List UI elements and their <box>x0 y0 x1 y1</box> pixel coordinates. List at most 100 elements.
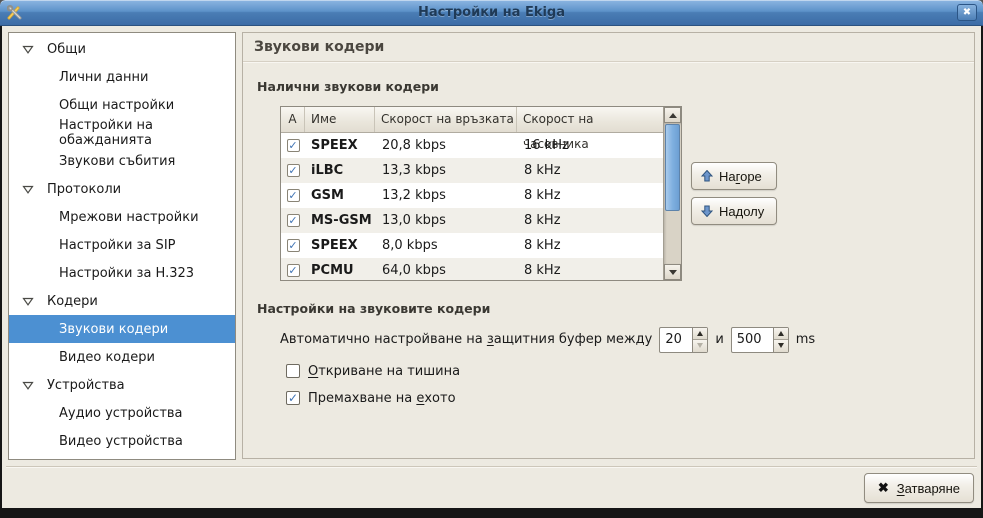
codec-bitrate: 64,0 kbps <box>375 263 517 278</box>
arrow-down-icon <box>778 343 784 348</box>
footer-separator <box>6 466 977 468</box>
expander-icon[interactable] <box>22 185 34 194</box>
sidebar-item-label: Настройки на обажданията <box>59 118 235 148</box>
column-header-name[interactable]: Име <box>305 107 375 132</box>
spin-down-button[interactable] <box>774 340 788 352</box>
sidebar-item-label: Мрежови настройки <box>59 210 199 225</box>
codec-enabled-checkbox[interactable]: ✓ <box>287 264 300 277</box>
titlebar[interactable]: Настройки на Ekiga ✖ <box>0 0 983 26</box>
codec-clock: 16 kHz <box>517 138 663 153</box>
silence-detection-checkbox[interactable]: ✓ <box>286 364 300 378</box>
sidebar-item-label: Кодери <box>47 294 98 309</box>
sidebar-item-audio-codecs[interactable]: Звукови кодери <box>9 315 235 343</box>
echo-cancellation-label: Премахване на ехото <box>308 391 456 406</box>
sidebar-item-label: Настройки за H.323 <box>59 266 194 281</box>
scroll-up-button[interactable] <box>664 107 681 123</box>
jitter-max-spinbox[interactable]: 500 <box>731 327 789 353</box>
codec-bitrate: 8,0 kbps <box>375 238 517 253</box>
spin-up-button[interactable] <box>693 328 707 341</box>
sidebar-item-h323-settings[interactable]: Настройки за H.323 <box>9 259 235 287</box>
spin-down-button[interactable] <box>693 340 707 352</box>
codec-enabled-checkbox[interactable]: ✓ <box>287 164 300 177</box>
arrow-down-icon <box>697 343 703 348</box>
scroll-thumb[interactable] <box>665 124 680 211</box>
codec-row[interactable]: ✓ iLBC 13,3 kbps 8 kHz <box>281 158 663 183</box>
sidebar-item-network-settings[interactable]: Мрежови настройки <box>9 203 235 231</box>
codec-enabled-checkbox[interactable]: ✓ <box>287 139 300 152</box>
preferences-tree: Общи Лични данни Общи настройки Настройк… <box>8 32 236 460</box>
codec-row[interactable]: ✓ PCMU 64,0 kbps 8 kHz <box>281 258 663 281</box>
sidebar-item-label: Общи <box>47 42 86 57</box>
codec-table-header: A Име Скорост на връзката Скорост на час… <box>281 107 663 133</box>
sidebar-item-call-options[interactable]: Настройки на обажданията <box>9 119 235 147</box>
codec-clock: 8 kHz <box>517 163 663 178</box>
sidebar-item-general[interactable]: Общи <box>9 35 235 63</box>
jitter-max-value[interactable]: 500 <box>732 328 764 352</box>
echo-cancellation-row[interactable]: ✓ Премахване на ехото <box>286 390 456 406</box>
jitter-min-spinbox[interactable]: 20 <box>659 327 708 353</box>
expander-icon[interactable] <box>22 297 34 306</box>
codec-enabled-checkbox[interactable]: ✓ <box>287 189 300 202</box>
move-up-button[interactable]: Нагоре <box>691 162 777 190</box>
dialog-body: Общи Лични данни Общи настройки Настройк… <box>2 26 981 508</box>
scroll-trough[interactable] <box>664 123 681 264</box>
sidebar-item-label: Видео устройства <box>59 434 183 449</box>
sidebar-item-sip-settings[interactable]: Настройки за SIP <box>9 231 235 259</box>
sidebar-item-label: Звукови кодери <box>59 322 168 337</box>
codec-row[interactable]: ✓ MS-GSM 13,0 kbps 8 kHz <box>281 208 663 233</box>
expander-icon[interactable] <box>22 381 34 390</box>
close-button-label: Затваряне <box>897 481 960 496</box>
codec-name: PCMU <box>305 263 375 278</box>
codec-row[interactable]: ✓ SPEEX 20,8 kbps 16 kHz <box>281 133 663 158</box>
codec-enabled-checkbox[interactable]: ✓ <box>287 239 300 252</box>
close-dialog-button[interactable]: ✖ Затваряне <box>864 473 974 503</box>
sidebar-item-label: Протоколи <box>47 182 121 197</box>
scroll-down-button[interactable] <box>664 264 681 280</box>
table-scrollbar[interactable] <box>663 107 681 280</box>
codec-row[interactable]: ✓ GSM 13,2 kbps 8 kHz <box>281 183 663 208</box>
sidebar-item-label: Общи настройки <box>59 98 174 113</box>
spin-steppers[interactable] <box>773 328 788 352</box>
column-header-active[interactable]: A <box>281 107 305 132</box>
spin-up-button[interactable] <box>774 328 788 341</box>
codec-table: A Име Скорост на връзката Скорост на час… <box>280 106 682 281</box>
sidebar-item-protocols[interactable]: Протоколи <box>9 175 235 203</box>
arrow-up-icon <box>778 331 784 336</box>
sidebar-item-general-settings[interactable]: Общи настройки <box>9 91 235 119</box>
sidebar-item-sound-events[interactable]: Звукови събития <box>9 147 235 175</box>
codec-clock: 8 kHz <box>517 263 663 278</box>
window-title: Настройки на Ekiga <box>0 0 983 26</box>
jitter-buffer-label: Автоматично настройване на защитния буфе… <box>280 332 652 347</box>
sidebar-item-label: Лични данни <box>59 70 148 85</box>
down-arrow-icon <box>701 205 713 217</box>
sidebar-item-label: Звукови събития <box>59 154 175 169</box>
codec-name: SPEEX <box>305 138 375 153</box>
silence-detection-row[interactable]: ✓ Откриване на тишина <box>286 363 460 379</box>
move-down-label: Надолу <box>719 204 764 219</box>
sidebar-item-video-devices[interactable]: Видео устройства <box>9 427 235 455</box>
preferences-window: Настройки на Ekiga ✖ Общи Лични данни Об… <box>0 0 983 518</box>
arrow-up-icon <box>697 331 703 336</box>
column-header-bitrate[interactable]: Скорост на връзката <box>375 107 517 132</box>
move-down-button[interactable]: Надолу <box>691 197 777 225</box>
sidebar-item-devices[interactable]: Устройства <box>9 371 235 399</box>
arrow-down-icon <box>669 270 677 275</box>
sidebar-item-personal-data[interactable]: Лични данни <box>9 63 235 91</box>
codec-row[interactable]: ✓ SPEEX 8,0 kbps 8 kHz <box>281 233 663 258</box>
sidebar-item-codecs[interactable]: Кодери <box>9 287 235 315</box>
spin-steppers[interactable] <box>692 328 707 352</box>
codec-clock: 8 kHz <box>517 213 663 228</box>
codec-clock: 8 kHz <box>517 188 663 203</box>
column-header-clock[interactable]: Скорост на часовника <box>517 107 663 132</box>
and-label: и <box>715 332 723 347</box>
codec-enabled-checkbox[interactable]: ✓ <box>287 214 300 227</box>
sidebar-item-video-codecs[interactable]: Видео кодери <box>9 343 235 371</box>
jitter-min-value[interactable]: 20 <box>660 328 684 352</box>
expander-icon[interactable] <box>22 45 34 54</box>
codec-bitrate: 13,3 kbps <box>375 163 517 178</box>
window-close-button[interactable]: ✖ <box>957 4 977 21</box>
codec-name: iLBC <box>305 163 375 178</box>
echo-cancellation-checkbox[interactable]: ✓ <box>286 391 300 405</box>
codec-bitrate: 13,0 kbps <box>375 213 517 228</box>
sidebar-item-audio-devices[interactable]: Аудио устройства <box>9 399 235 427</box>
